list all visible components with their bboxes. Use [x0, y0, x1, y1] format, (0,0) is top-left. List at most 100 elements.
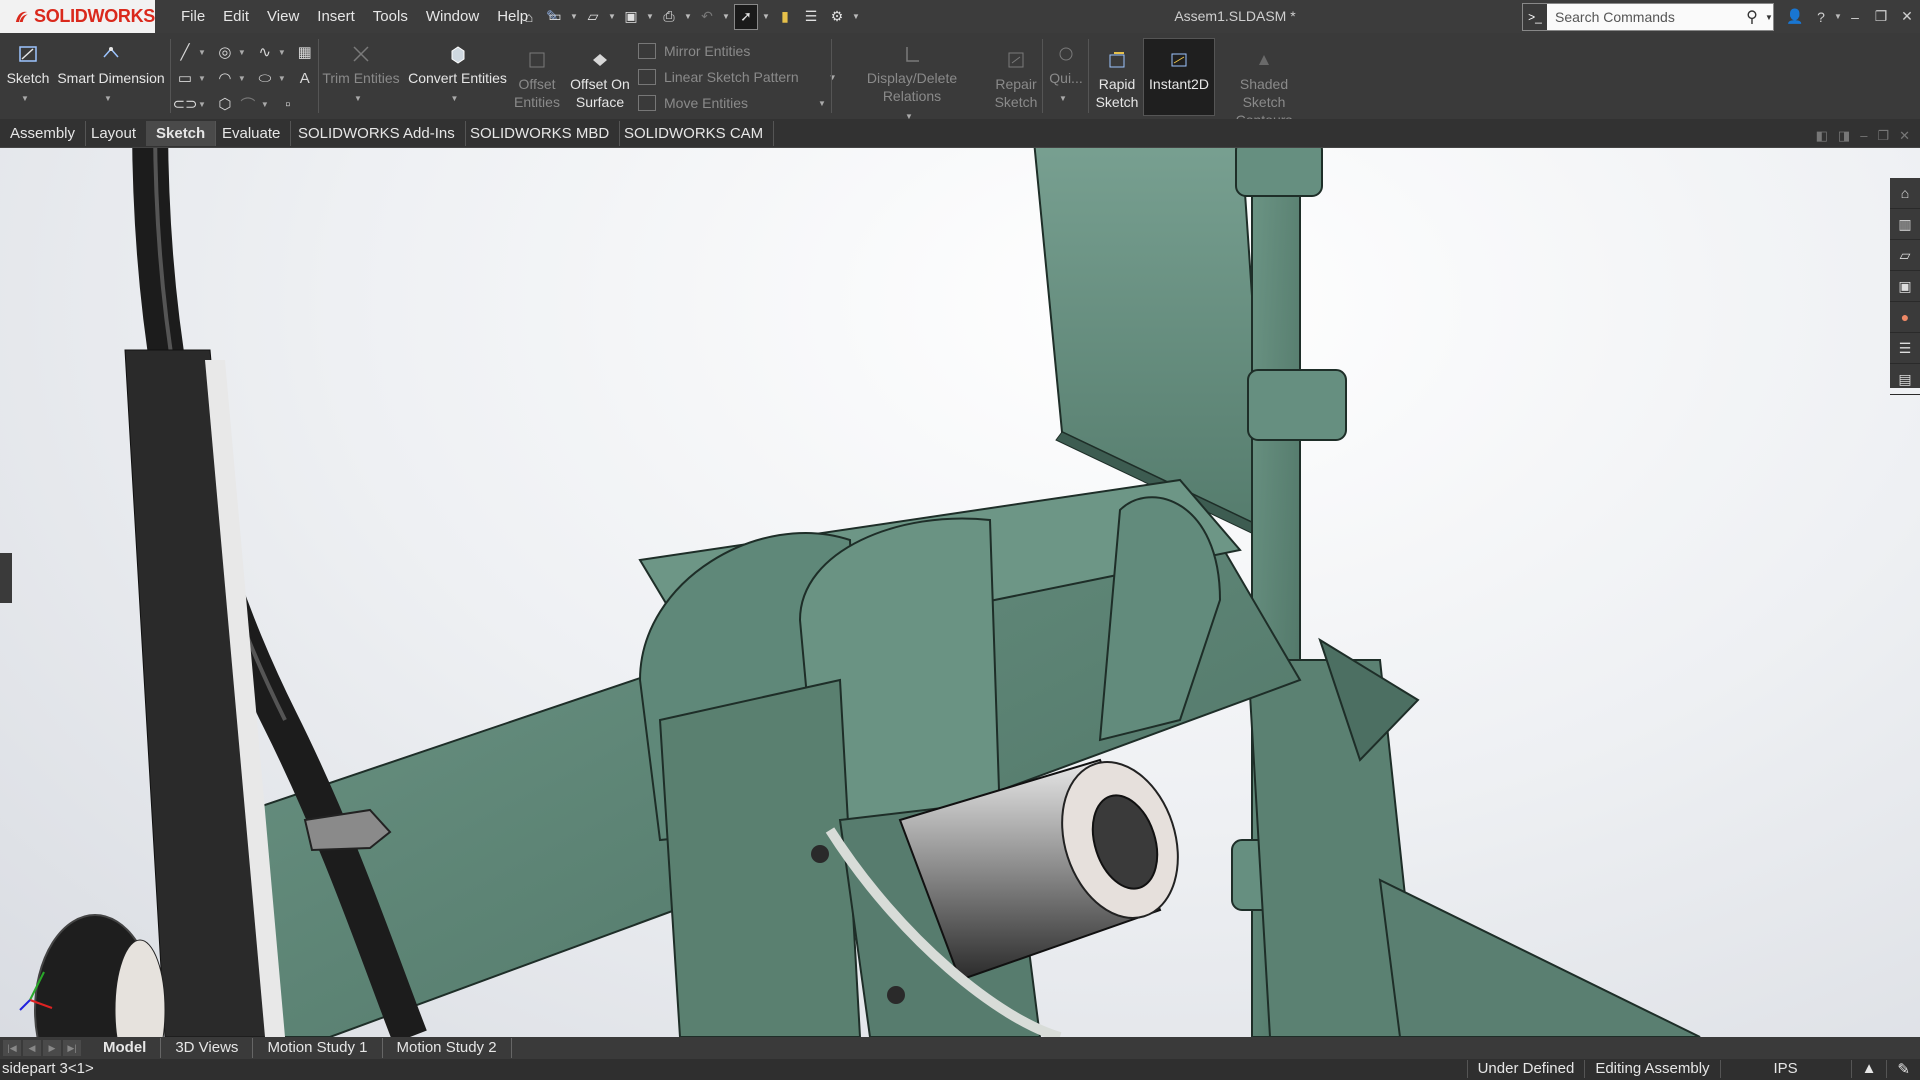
customize-status-icon[interactable]: ✎: [1886, 1060, 1920, 1078]
chevron-down-icon[interactable]: ▼: [198, 100, 206, 109]
tab-sketch[interactable]: Sketch: [146, 121, 217, 146]
polygon-icon[interactable]: ⬡: [215, 94, 235, 114]
tab-evaluate[interactable]: Evaluate: [212, 121, 292, 146]
sketch-button[interactable]: Sketch ▼: [4, 43, 52, 108]
chevron-down-icon[interactable]: ▼: [198, 48, 206, 57]
solidworks-resources-icon[interactable]: ⌂: [1890, 178, 1920, 209]
minimize-icon[interactable]: –: [1842, 9, 1868, 25]
units-selector[interactable]: IPS: [1719, 1060, 1851, 1078]
custom-properties-icon[interactable]: ☰: [1890, 333, 1920, 364]
search-input[interactable]: Search Commands: [1547, 9, 1739, 25]
menu-insert[interactable]: Insert: [308, 0, 364, 33]
chevron-down-icon[interactable]: ▼: [722, 12, 730, 21]
ellipse-icon[interactable]: ⬭: [255, 68, 275, 88]
chevron-down-icon[interactable]: ▼: [570, 12, 578, 21]
arc-icon[interactable]: ◠: [215, 68, 235, 88]
menu-view[interactable]: View: [258, 0, 308, 33]
undo-icon[interactable]: ↶: [696, 5, 718, 29]
tab-model[interactable]: Model: [89, 1038, 162, 1058]
text-icon[interactable]: A: [295, 68, 315, 88]
chevron-down-icon[interactable]: ▼: [852, 12, 860, 21]
menu-edit[interactable]: Edit: [214, 0, 258, 33]
instant2d-button[interactable]: Instant2D: [1143, 38, 1215, 116]
graphics-area[interactable]: [0, 120, 1920, 1037]
tab-layout[interactable]: Layout: [81, 121, 148, 146]
line-icon[interactable]: ╱: [175, 42, 195, 62]
convert-entities-button[interactable]: Convert Entities ▼: [405, 43, 510, 108]
tab-solidworks-cam[interactable]: SOLIDWORKS CAM: [614, 121, 775, 146]
chevron-down-icon[interactable]: ▼: [238, 74, 246, 83]
trim-entities-button[interactable]: Trim Entities ▼: [320, 43, 402, 108]
tab-assembly[interactable]: Assembly: [0, 121, 87, 146]
chevron-down-icon[interactable]: ▼: [21, 94, 29, 103]
solidworks-logo[interactable]: SOLIDWORKS: [0, 0, 155, 33]
command-prompt-icon[interactable]: >_: [1523, 4, 1547, 30]
assembly-model[interactable]: [0, 120, 1920, 1037]
circle-icon[interactable]: ◎: [215, 42, 235, 62]
smart-dimension-button[interactable]: Smart Dimension ▼: [56, 43, 166, 108]
chevron-down-icon[interactable]: ▼: [238, 48, 246, 57]
user-icon[interactable]: 👤: [1782, 8, 1808, 25]
display-delete-relations-button[interactable]: Display/Delete Relations ▼: [836, 43, 988, 126]
help-icon[interactable]: ?: [1808, 9, 1834, 25]
save-icon[interactable]: ▣: [620, 5, 642, 29]
prev-tab-icon[interactable]: ◀: [23, 1040, 41, 1056]
home-icon[interactable]: ⌂: [518, 5, 540, 29]
chevron-down-icon[interactable]: ▼: [278, 74, 286, 83]
menu-file[interactable]: File: [172, 0, 214, 33]
tab-motion-study-1[interactable]: Motion Study 1: [253, 1038, 383, 1058]
file-properties-icon[interactable]: ☰: [800, 5, 822, 29]
mirror-entities-button[interactable]: Mirror Entities: [638, 43, 750, 59]
chevron-down-icon[interactable]: ▼: [354, 94, 362, 103]
tile-left-icon[interactable]: ◧: [1816, 128, 1828, 144]
search-icon[interactable]: ⚲: [1739, 7, 1765, 27]
chevron-down-icon[interactable]: ▼: [1834, 12, 1842, 21]
file-explorer-icon[interactable]: ▱: [1890, 240, 1920, 271]
slot-icon[interactable]: ⊂⊃: [172, 94, 197, 114]
appearances-icon[interactable]: ●: [1890, 302, 1920, 333]
rebuild-icon[interactable]: ▮: [774, 5, 796, 29]
shaded-sketch-contours-button[interactable]: Shaded SketchContours: [1217, 49, 1311, 129]
close-icon[interactable]: ✕: [1899, 128, 1910, 144]
chevron-down-icon[interactable]: ▼: [278, 48, 286, 57]
select-icon[interactable]: ➚: [734, 3, 758, 30]
tab-motion-study-2[interactable]: Motion Study 2: [383, 1038, 512, 1058]
chevron-down-icon[interactable]: ▼: [646, 12, 654, 21]
fillet-icon[interactable]: ⌒: [238, 94, 258, 114]
open-icon[interactable]: ▱: [582, 5, 604, 29]
menu-tools[interactable]: Tools: [364, 0, 417, 33]
hatch-icon[interactable]: ▦: [295, 42, 315, 62]
chevron-down-icon[interactable]: ▼: [818, 99, 826, 108]
first-tab-icon[interactable]: |◀: [3, 1040, 21, 1056]
design-library-icon[interactable]: ▥: [1890, 209, 1920, 240]
tab-3d-views[interactable]: 3D Views: [161, 1038, 254, 1058]
move-entities-button[interactable]: Move Entities ▼: [638, 95, 832, 111]
close-icon[interactable]: ✕: [1894, 8, 1920, 25]
search-commands[interactable]: >_ Search Commands ⚲ ▼: [1522, 3, 1774, 31]
tab-solidworks-mbd[interactable]: SOLIDWORKS MBD: [460, 121, 621, 146]
chevron-down-icon[interactable]: ▼: [1765, 13, 1773, 22]
view-palette-icon[interactable]: ▣: [1890, 271, 1920, 302]
restore-icon[interactable]: ❐: [1877, 128, 1889, 144]
forum-icon[interactable]: ▤: [1890, 364, 1920, 395]
point-icon[interactable]: ▫: [278, 94, 298, 114]
spline-icon[interactable]: ∿: [255, 42, 275, 62]
chevron-down-icon[interactable]: ▼: [198, 74, 206, 83]
offset-entities-button[interactable]: Offset Entities: [512, 49, 562, 111]
last-tab-icon[interactable]: ▶|: [63, 1040, 81, 1056]
options-gear-icon[interactable]: ⚙: [826, 5, 848, 29]
chevron-down-icon[interactable]: ▼: [684, 12, 692, 21]
new-document-icon[interactable]: ▭: [544, 5, 566, 29]
chevron-down-icon[interactable]: ▼: [608, 12, 616, 21]
linear-sketch-pattern-button[interactable]: Linear Sketch Pattern ▼: [638, 69, 843, 85]
tab-solidworks-add-ins[interactable]: SOLIDWORKS Add-Ins: [288, 121, 466, 146]
chevron-down-icon[interactable]: ▼: [1059, 94, 1067, 103]
next-tab-icon[interactable]: ▶: [43, 1040, 61, 1056]
offset-on-surface-button[interactable]: Offset On Surface: [564, 49, 636, 111]
repair-sketch-button[interactable]: Repair Sketch: [992, 49, 1040, 111]
restore-icon[interactable]: ❐: [1868, 8, 1894, 25]
chevron-down-icon[interactable]: ▼: [762, 12, 770, 21]
rapid-sketch-button[interactable]: Rapid Sketch: [1092, 49, 1142, 111]
chevron-down-icon[interactable]: ▼: [451, 94, 459, 103]
chevron-down-icon[interactable]: ▼: [104, 94, 112, 103]
